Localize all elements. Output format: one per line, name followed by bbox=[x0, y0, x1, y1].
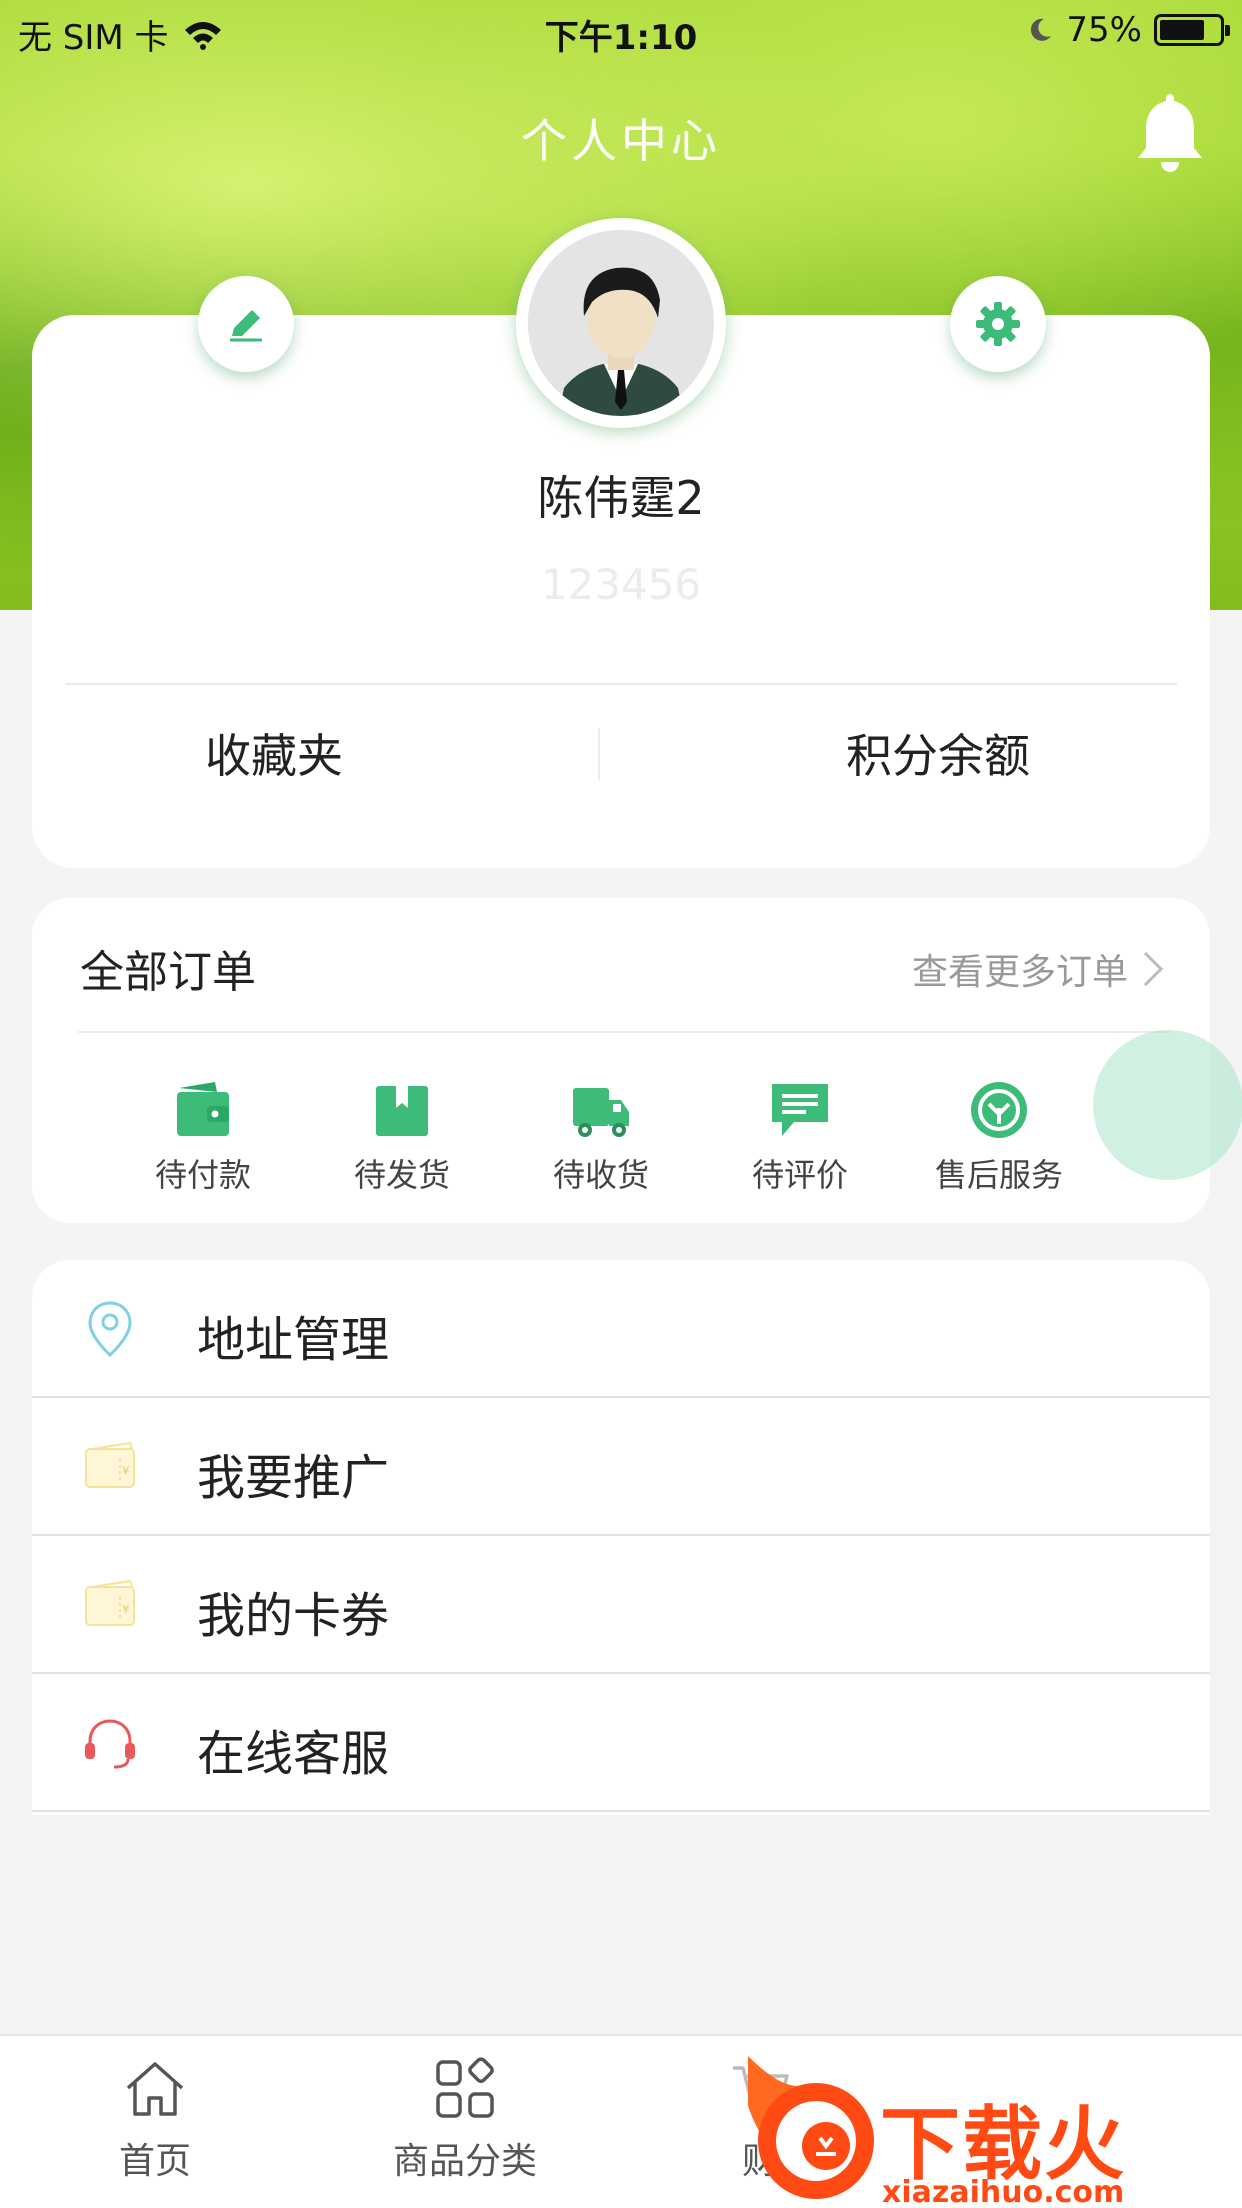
comment-icon bbox=[772, 1084, 828, 1136]
order-status-label: 待发货 bbox=[353, 1156, 450, 1194]
battery-fill bbox=[1160, 20, 1204, 40]
home-icon bbox=[126, 2062, 184, 2116]
order-pending-receipt[interactable]: 待收货 bbox=[516, 1078, 686, 1196]
page-title: 个人中心 bbox=[521, 114, 721, 168]
order-status-label: 待收货 bbox=[552, 1156, 649, 1194]
menu-item-coupons[interactable]: ¥ 我的卡券 bbox=[32, 1536, 1210, 1674]
headset-icon bbox=[85, 1719, 135, 1769]
user-id: 123456 bbox=[540, 560, 702, 609]
battery-percent: 75% bbox=[1066, 10, 1142, 50]
menu-item-label: 我要推广 bbox=[197, 1450, 390, 1506]
tab-categories[interactable]: 商品分类 bbox=[385, 2056, 545, 2184]
view-more-orders-link[interactable]: 查看更多订单 bbox=[912, 943, 1164, 995]
avatar-image bbox=[528, 230, 714, 416]
avatar[interactable] bbox=[516, 218, 726, 428]
order-after-sales[interactable]: 售后服务 bbox=[914, 1078, 1084, 1196]
tab-home[interactable]: 首页 bbox=[95, 2056, 215, 2184]
orders-title: 全部订单 bbox=[80, 947, 256, 998]
orders-card: 全部订单 查看更多订单 待付款 待发货 待收货 待评价 售后服务 bbox=[32, 898, 1210, 1223]
location-pin-icon bbox=[88, 1301, 132, 1358]
menu-item-label: 在线客服 bbox=[197, 1726, 390, 1782]
gear-icon bbox=[976, 302, 1020, 346]
svg-text:¥: ¥ bbox=[122, 1464, 130, 1478]
menu-list: 地址管理 ¥ 我要推广 ¥ 我的卡券 在线客服 bbox=[32, 1260, 1210, 1815]
moon-icon bbox=[1031, 18, 1052, 41]
tab-label: 首页 bbox=[118, 2141, 191, 2182]
wallet-icon bbox=[177, 1082, 229, 1136]
profile-divider bbox=[65, 683, 1177, 685]
view-more-orders-label: 查看更多订单 bbox=[911, 952, 1128, 993]
service-icon bbox=[971, 1082, 1027, 1138]
ticket-icon: ¥ bbox=[85, 1441, 135, 1488]
svg-text:¥: ¥ bbox=[122, 1602, 130, 1616]
order-status-label: 待评价 bbox=[751, 1156, 848, 1194]
menu-item-address[interactable]: 地址管理 bbox=[32, 1260, 1210, 1398]
tab-label: 商品分类 bbox=[392, 2141, 537, 2182]
menu-item-promote[interactable]: ¥ 我要推广 bbox=[32, 1398, 1210, 1536]
order-status-label: 待付款 bbox=[154, 1156, 251, 1194]
order-pending-shipment[interactable]: 待发货 bbox=[317, 1078, 487, 1196]
favorites-link[interactable]: 收藏夹 bbox=[205, 720, 343, 786]
chevron-right-icon bbox=[1143, 951, 1164, 987]
bell-icon[interactable] bbox=[1132, 90, 1208, 176]
truck-icon bbox=[573, 1088, 629, 1137]
menu-item-customer-service[interactable]: 在线客服 bbox=[32, 1674, 1210, 1812]
order-pending-payment[interactable]: 待付款 bbox=[118, 1078, 288, 1196]
quick-links-separator bbox=[598, 728, 600, 780]
settings-button[interactable] bbox=[950, 276, 1046, 372]
category-grid-icon bbox=[436, 2057, 494, 2118]
touch-ripple bbox=[1093, 1030, 1242, 1180]
ticket-icon: ¥ bbox=[85, 1579, 135, 1626]
status-right: 75% bbox=[1026, 10, 1230, 50]
watermark-logo bbox=[748, 2056, 874, 2199]
watermark-url: xiazaihuo.com bbox=[882, 2175, 1125, 2208]
orders-divider bbox=[78, 1031, 1170, 1033]
menu-divider bbox=[32, 1810, 1210, 1812]
order-status-label: 售后服务 bbox=[934, 1156, 1063, 1194]
pencil-icon bbox=[230, 310, 262, 342]
package-icon bbox=[376, 1086, 428, 1136]
menu-item-label: 我的卡券 bbox=[197, 1588, 390, 1644]
menu-item-label: 地址管理 bbox=[197, 1312, 390, 1368]
battery-icon bbox=[1154, 14, 1230, 46]
status-bar: 无 SIM 卡 下午1:10 75% bbox=[0, 0, 1242, 62]
user-avatar-icon bbox=[528, 230, 714, 416]
order-pending-review[interactable]: 待评价 bbox=[715, 1078, 885, 1196]
edit-button[interactable] bbox=[198, 276, 294, 372]
user-name: 陈伟霆2 bbox=[537, 471, 705, 525]
points-balance-link[interactable]: 积分余额 bbox=[846, 720, 1030, 786]
